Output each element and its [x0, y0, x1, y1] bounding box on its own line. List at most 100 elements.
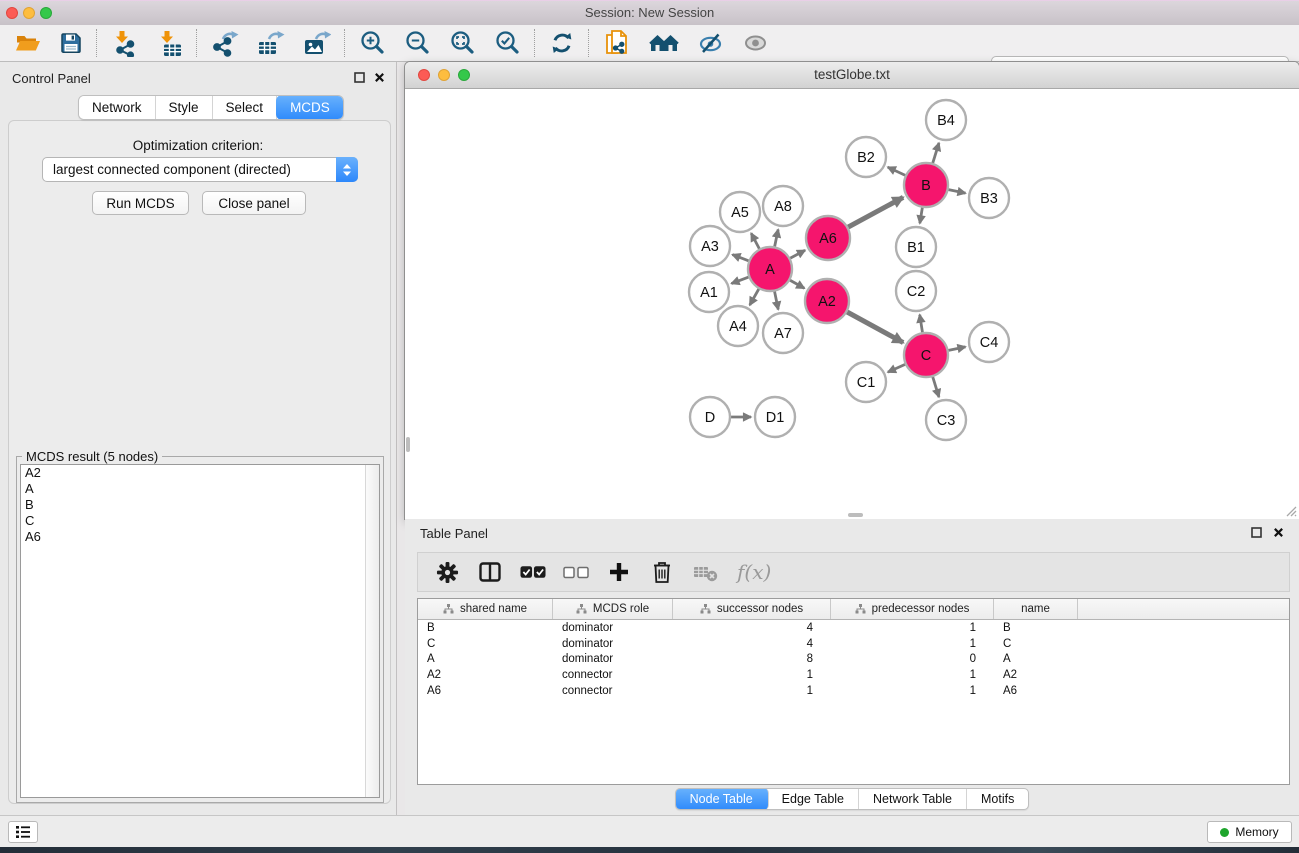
- tab-network-table[interactable]: Network Table: [859, 789, 967, 809]
- table-cell[interactable]: 1: [831, 638, 994, 650]
- table-cell[interactable]: A: [418, 653, 553, 665]
- horizontal-scrollbar-thumb[interactable]: [848, 513, 863, 517]
- toolbar-separator: [196, 29, 198, 57]
- result-list-item[interactable]: C: [21, 513, 379, 529]
- float-panel-button[interactable]: [352, 71, 366, 84]
- close-panel-button[interactable]: [372, 71, 386, 84]
- unselect-all-columns-button[interactable]: [563, 558, 589, 586]
- toolbar-separator: [96, 29, 98, 57]
- show-all-button[interactable]: [733, 28, 778, 58]
- mcds-result-title: MCDS result (5 nodes): [22, 449, 162, 464]
- table-cell[interactable]: C: [994, 638, 1078, 650]
- zoom-in-button[interactable]: [350, 28, 395, 58]
- chevron-down-icon: [342, 171, 352, 177]
- close-table-panel-button[interactable]: [1271, 526, 1285, 539]
- table-cell[interactable]: B: [994, 622, 1078, 634]
- application-window: Session: New Session: [0, 0, 1299, 853]
- table-row[interactable]: Adominator80A: [418, 651, 1289, 667]
- houses-icon: [649, 31, 679, 55]
- table-cell[interactable]: 1: [831, 685, 994, 697]
- zoom-fit-button[interactable]: [440, 28, 485, 58]
- zoom-out-button[interactable]: [395, 28, 440, 58]
- tab-edge-table[interactable]: Edge Table: [768, 789, 859, 809]
- column-header-shared-name[interactable]: shared name: [418, 599, 553, 619]
- create-column-button[interactable]: [606, 558, 632, 586]
- import-network-button[interactable]: [102, 28, 147, 58]
- table-cell[interactable]: 4: [673, 622, 831, 634]
- run-mcds-button[interactable]: Run MCDS: [92, 191, 189, 215]
- table-cell[interactable]: connector: [553, 685, 673, 697]
- select-all-columns-button[interactable]: [520, 558, 546, 586]
- new-network-from-selection-button[interactable]: [594, 28, 640, 58]
- table-cell[interactable]: 4: [673, 638, 831, 650]
- save-session-button[interactable]: [50, 28, 92, 58]
- table-cell[interactable]: 1: [673, 669, 831, 681]
- table-cell[interactable]: connector: [553, 669, 673, 681]
- table-cell[interactable]: A2: [994, 669, 1078, 681]
- table-options-button[interactable]: [434, 558, 460, 586]
- table-row[interactable]: A2connector11A2: [418, 667, 1289, 683]
- refresh-layout-button[interactable]: [540, 28, 584, 58]
- column-header-successor-nodes[interactable]: successor nodes: [673, 599, 831, 619]
- table-cell[interactable]: A: [994, 653, 1078, 665]
- close-mcds-panel-button[interactable]: Close panel: [202, 191, 306, 215]
- result-list-scrollbar[interactable]: [365, 465, 379, 797]
- graph-node-label: A8: [774, 199, 792, 215]
- table-row[interactable]: Bdominator41B: [418, 620, 1289, 636]
- float-table-panel-button[interactable]: [1249, 526, 1263, 539]
- table-cell[interactable]: A2: [418, 669, 553, 681]
- export-network-button[interactable]: [202, 28, 248, 58]
- network-graph[interactable]: B4B2BB3A8A5A6B1A3AA1C2A2A4A7C4CC1C3DD1: [405, 89, 1299, 519]
- tab-style[interactable]: Style: [156, 96, 213, 119]
- tab-motifs[interactable]: Motifs: [967, 789, 1028, 809]
- control-panel: Control Panel NetworkStyleSelectMCDS Opt…: [0, 62, 397, 815]
- export-image-icon: [303, 30, 331, 57]
- table-cell[interactable]: A6: [418, 685, 553, 697]
- criterion-select[interactable]: largest connected component (directed): [42, 157, 358, 182]
- table-cell[interactable]: A6: [994, 685, 1078, 697]
- column-header-MCDS-role[interactable]: MCDS role: [553, 599, 673, 619]
- tab-network[interactable]: Network: [79, 96, 156, 119]
- table-row[interactable]: A6connector11A6: [418, 683, 1289, 699]
- result-list-item[interactable]: B: [21, 497, 379, 513]
- table-cell[interactable]: 8: [673, 653, 831, 665]
- table-cell[interactable]: dominator: [553, 622, 673, 634]
- memory-status-dot: [1220, 828, 1229, 837]
- graph-node-label: B3: [980, 191, 998, 207]
- home-button[interactable]: [640, 28, 688, 58]
- result-list-item[interactable]: A2: [21, 465, 379, 481]
- column-header-name[interactable]: name: [994, 599, 1078, 619]
- tab-select[interactable]: Select: [213, 96, 278, 119]
- table-cell[interactable]: dominator: [553, 638, 673, 650]
- network-canvas[interactable]: B4B2BB3A8A5A6B1A3AA1C2A2A4A7C4CC1C3DD1: [405, 89, 1299, 519]
- open-folder-icon: [15, 31, 41, 55]
- table-cell[interactable]: B: [418, 622, 553, 634]
- export-table-button[interactable]: [248, 28, 294, 58]
- vertical-scrollbar-thumb[interactable]: [406, 437, 410, 452]
- memory-status-button[interactable]: Memory: [1207, 821, 1292, 843]
- tab-mcds[interactable]: MCDS: [276, 95, 344, 120]
- resize-grip-icon[interactable]: [1283, 503, 1297, 517]
- eye-icon: [742, 30, 769, 56]
- column-header-predecessor-nodes[interactable]: predecessor nodes: [831, 599, 994, 619]
- open-session-button[interactable]: [6, 28, 50, 58]
- table-cell[interactable]: C: [418, 638, 553, 650]
- tab-node-table[interactable]: Node Table: [675, 788, 769, 810]
- export-image-button[interactable]: [294, 28, 340, 58]
- zoom-selected-button[interactable]: [485, 28, 530, 58]
- table-cell[interactable]: 1: [831, 669, 994, 681]
- mcds-result-list[interactable]: A2ABCA6: [20, 464, 380, 798]
- show-column-panel-button[interactable]: [477, 558, 503, 586]
- table-cell[interactable]: 1: [831, 622, 994, 634]
- import-table-button[interactable]: [147, 28, 192, 58]
- result-list-item[interactable]: A6: [21, 529, 379, 545]
- graph-node-label: A1: [700, 285, 718, 301]
- table-row[interactable]: Cdominator41C: [418, 636, 1289, 652]
- hide-selected-button[interactable]: [688, 28, 733, 58]
- table-cell[interactable]: dominator: [553, 653, 673, 665]
- delete-column-button[interactable]: [649, 558, 675, 586]
- show-task-history-button[interactable]: [8, 821, 38, 843]
- table-cell[interactable]: 0: [831, 653, 994, 665]
- result-list-item[interactable]: A: [21, 481, 379, 497]
- table-cell[interactable]: 1: [673, 685, 831, 697]
